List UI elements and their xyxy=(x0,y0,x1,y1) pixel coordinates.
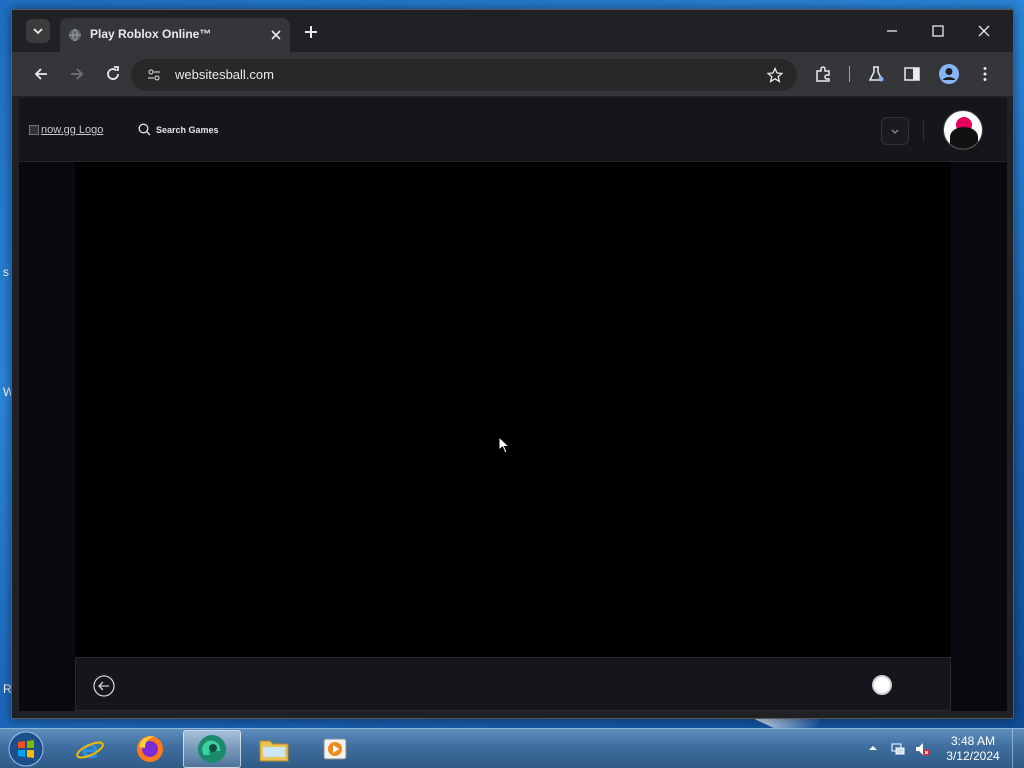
side-panel-icon[interactable] xyxy=(903,65,921,83)
start-orb-icon[interactable] xyxy=(7,730,45,768)
search-games-label: Search Games xyxy=(156,124,219,135)
chevron-down-icon xyxy=(33,28,43,35)
taskbar-internet-explorer[interactable]: e xyxy=(61,730,119,768)
back-arrow-icon[interactable] xyxy=(32,65,50,83)
game-stream-area[interactable] xyxy=(75,162,951,657)
tab-search-button[interactable] xyxy=(26,19,50,43)
close-window-icon[interactable] xyxy=(976,23,992,39)
broken-image-icon xyxy=(29,125,39,135)
toolbar-divider xyxy=(849,66,850,82)
maximize-icon[interactable] xyxy=(930,23,946,39)
taskbar-browser-active[interactable] xyxy=(183,730,241,768)
tab-strip: Play Roblox Online™ xyxy=(12,10,1013,52)
chevron-down-icon xyxy=(891,129,899,134)
page-viewport: now.gg Logo Search Games xyxy=(19,98,1007,711)
address-bar[interactable]: websitesball.com xyxy=(131,59,797,91)
globe-icon xyxy=(69,28,81,42)
clock-time: 3:48 AM xyxy=(950,734,996,748)
more-menu-icon[interactable] xyxy=(976,65,994,83)
reload-icon[interactable] xyxy=(104,65,122,83)
network-icon[interactable] xyxy=(890,741,906,757)
browser-app-icon xyxy=(198,735,226,763)
taskbar-media-player[interactable] xyxy=(306,730,364,768)
internet-explorer-icon: e xyxy=(76,735,104,764)
system-clock[interactable]: 3:48 AM 3/12/2024 xyxy=(940,734,1006,764)
site-header: now.gg Logo Search Games xyxy=(19,98,1007,162)
taskbar-file-explorer[interactable] xyxy=(245,730,303,768)
volume-muted-icon[interactable] xyxy=(914,741,930,757)
firefox-icon xyxy=(137,736,163,762)
header-dropdown-button[interactable] xyxy=(881,117,909,145)
browser-toolbar: websitesball.com xyxy=(12,52,1013,96)
minimize-icon[interactable] xyxy=(884,23,900,39)
extensions-icon[interactable] xyxy=(814,65,832,83)
close-tab-icon[interactable] xyxy=(268,27,284,43)
game-control-bar xyxy=(75,657,951,711)
show-desktop-button[interactable] xyxy=(1012,729,1024,768)
browser-window: Play Roblox Online™ websitesball.com now… xyxy=(11,9,1014,719)
logo-alt-text: now.gg Logo xyxy=(41,124,104,136)
profile-icon[interactable] xyxy=(938,63,960,85)
header-divider xyxy=(923,120,924,142)
labs-flask-icon[interactable] xyxy=(867,65,885,83)
url-text: websitesball.com xyxy=(175,67,274,82)
taskbar-firefox[interactable] xyxy=(121,730,179,768)
media-player-icon xyxy=(323,738,347,760)
search-games-button[interactable]: Search Games xyxy=(138,123,219,136)
bookmark-star-icon[interactable] xyxy=(767,67,783,83)
forward-arrow-icon[interactable] xyxy=(68,65,86,83)
back-circle-icon[interactable] xyxy=(93,675,115,697)
browser-tab[interactable]: Play Roblox Online™ xyxy=(60,18,290,52)
site-settings-icon[interactable] xyxy=(147,68,161,82)
new-tab-icon[interactable] xyxy=(302,23,320,41)
tab-title: Play Roblox Online™ xyxy=(90,27,212,41)
svg-text:e: e xyxy=(81,735,99,764)
home-button[interactable] xyxy=(872,675,892,695)
search-icon xyxy=(138,123,151,136)
site-logo-link[interactable]: now.gg Logo xyxy=(29,124,103,136)
clock-date: 3/12/2024 xyxy=(946,749,1000,763)
show-hidden-icons-icon[interactable] xyxy=(868,743,878,753)
avatar-silhouette-icon xyxy=(948,117,980,149)
folder-icon xyxy=(259,740,289,762)
user-avatar[interactable] xyxy=(943,110,983,150)
mouse-cursor-icon xyxy=(498,436,510,454)
taskbar: e 3:48 AM 3/12/2024 xyxy=(0,728,1024,768)
desktop-edge-letter: s xyxy=(3,265,9,279)
